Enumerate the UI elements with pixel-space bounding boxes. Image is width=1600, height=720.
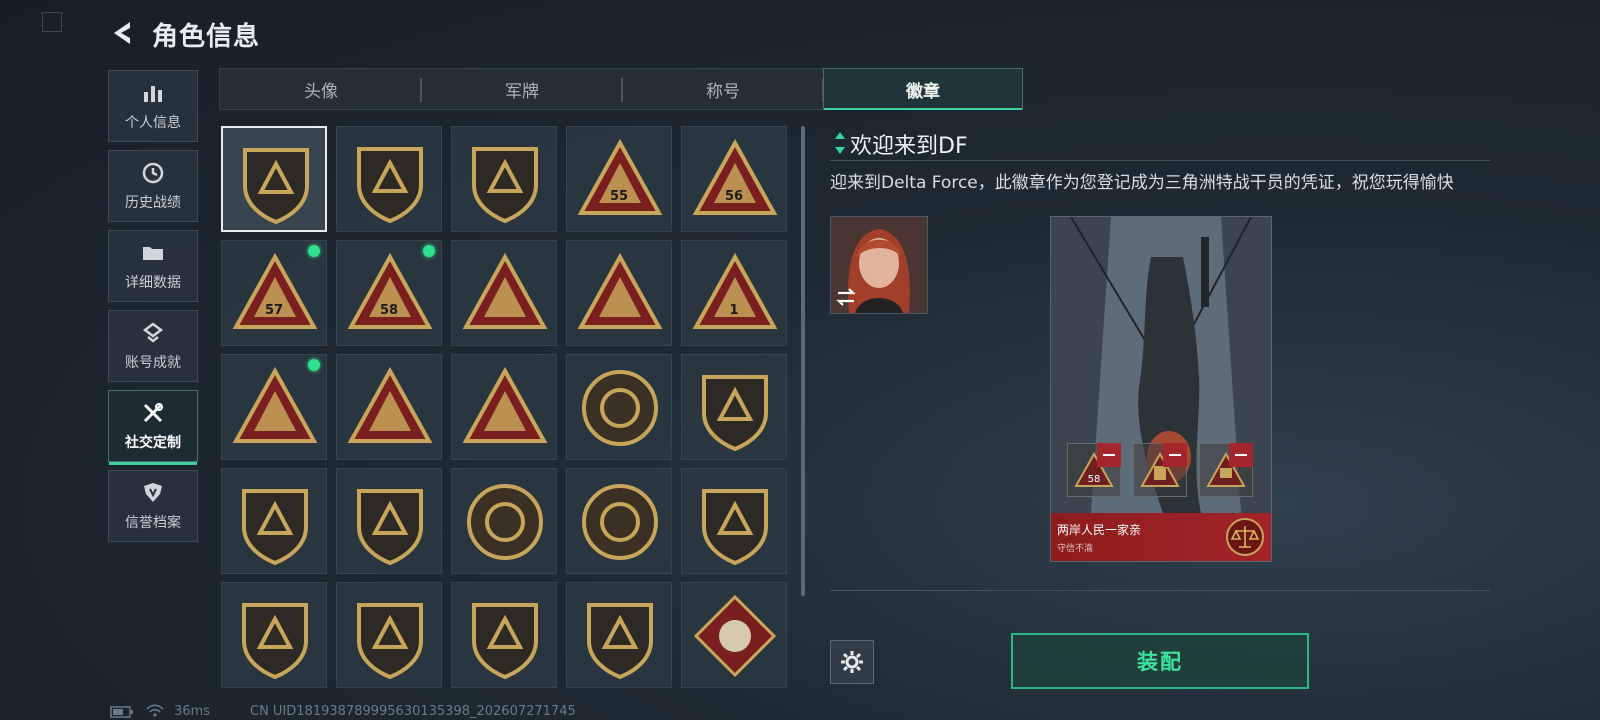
- bar-chart-icon: [144, 86, 162, 102]
- shield-icon: [144, 483, 162, 502]
- tab-military-tag[interactable]: 军牌: [422, 68, 622, 110]
- badge-df-welcome[interactable]: [221, 126, 327, 232]
- badge-number-label: 56: [724, 189, 744, 204]
- badge-rifle-shield[interactable]: [336, 582, 442, 688]
- new-indicator-dot: [423, 245, 435, 257]
- badge-detail-title: 欢迎来到DF: [850, 134, 968, 159]
- swap-icon[interactable]: [835, 287, 857, 307]
- folder-icon: [143, 247, 163, 260]
- sidebar-item-social-custom[interactable]: 社交定制: [108, 390, 198, 465]
- badge-emblem-dark[interactable]: [451, 126, 557, 232]
- settings-button[interactable]: [830, 640, 874, 684]
- badge-grid: 55 56 57 58 1: [221, 126, 791, 691]
- badge-season-57[interactable]: 57: [221, 240, 327, 346]
- sidebar-item-label: 详细数据: [125, 275, 181, 291]
- clock-icon: [142, 162, 164, 184]
- sidebar-item-label: 历史战绩: [125, 195, 181, 211]
- scales-icon: [1226, 518, 1264, 556]
- badge-star-skull[interactable]: [566, 354, 672, 460]
- wifi-icon: [146, 704, 164, 717]
- avatar[interactable]: [830, 216, 928, 314]
- sidebar-item-label: 信誉档案: [125, 515, 181, 531]
- remove-button[interactable]: [1163, 443, 1187, 467]
- tab-title[interactable]: 称号: [623, 68, 823, 110]
- page-title: 角色信息: [152, 22, 261, 52]
- badge-season-56[interactable]: 56: [681, 126, 787, 232]
- divider: [830, 160, 1490, 161]
- svg-text:58: 58: [1088, 474, 1101, 485]
- divider: [830, 590, 1490, 591]
- badge-round-bronze-2[interactable]: [566, 468, 672, 574]
- remove-button[interactable]: [1097, 443, 1121, 467]
- new-indicator-dot: [308, 359, 320, 371]
- sidebar-item-credit[interactable]: 信誉档案: [108, 470, 198, 542]
- card-badge-slot[interactable]: [1133, 443, 1187, 497]
- sidebar-item-history[interactable]: 历史战绩: [108, 150, 198, 222]
- badge-rocket[interactable]: [451, 354, 557, 460]
- badge-shield-spade[interactable]: [681, 354, 787, 460]
- sidebar-item-details[interactable]: 详细数据: [108, 230, 198, 302]
- badge-blue-rifle[interactable]: [221, 582, 327, 688]
- badge-hooded-figure[interactable]: [451, 240, 557, 346]
- tab-avatar[interactable]: 头像: [221, 68, 421, 110]
- equip-button[interactable]: 装配: [1011, 633, 1309, 689]
- badge-number-label: 58: [379, 303, 399, 318]
- tab-badge[interactable]: 徽章: [823, 68, 1023, 110]
- corner-frame: [42, 12, 62, 32]
- badge-number-1[interactable]: 1: [681, 240, 787, 346]
- gear-icon: [841, 651, 863, 673]
- sidebar-item-personal-info[interactable]: 个人信息: [108, 70, 198, 142]
- badge-round-bronze-1[interactable]: [451, 468, 557, 574]
- new-indicator-dot: [308, 245, 320, 257]
- badge-detail-description: 迎来到Delta Force，此徽章作为您登记成为三角洲特战干员的凭证，祝您玩得…: [830, 173, 1454, 193]
- badge-wolf[interactable]: [681, 582, 787, 688]
- badge-usb-drive[interactable]: [221, 354, 327, 460]
- badge-red-shield-stars[interactable]: [221, 468, 327, 574]
- badge-soldiers[interactable]: [336, 354, 442, 460]
- card-banner: 两岸人民一家亲 守信不渝: [1051, 513, 1271, 561]
- badge-season-58[interactable]: 58: [336, 240, 442, 346]
- badge-boat[interactable]: [566, 240, 672, 346]
- sidebar-item-label: 社交定制: [125, 435, 181, 451]
- battery-icon: [110, 706, 133, 718]
- achievement-icon: [142, 322, 164, 343]
- uid-label: CN UID181938789995630135398_202607271745: [250, 704, 576, 719]
- character-portrait-card: 58 两岸人民一家亲 守信不渝: [1050, 216, 1272, 562]
- sidebar-item-label: 账号成就: [125, 355, 181, 371]
- tools-icon: [143, 403, 163, 423]
- badge-number-label: 1: [729, 303, 739, 318]
- sidebar-item-label: 个人信息: [125, 115, 181, 131]
- remove-button[interactable]: [1229, 443, 1253, 467]
- badge-number-label: 57: [264, 303, 284, 318]
- card-subtitle: 守信不渝: [1057, 544, 1094, 554]
- badge-season-55[interactable]: 55: [566, 126, 672, 232]
- badge-helicopter[interactable]: [336, 126, 442, 232]
- sidebar-item-achievements[interactable]: 账号成就: [108, 310, 198, 382]
- card-badge-slot[interactable]: 58: [1067, 443, 1121, 497]
- badge-grid-scrollbar[interactable]: [801, 126, 805, 596]
- back-arrow-icon[interactable]: [108, 18, 138, 48]
- badge-blue-gem-shield[interactable]: [336, 468, 442, 574]
- diamond-marker-icon: [835, 132, 845, 154]
- badge-blue-knife[interactable]: [566, 582, 672, 688]
- card-title: 两岸人民一家亲: [1057, 523, 1142, 537]
- badge-pistol-shield[interactable]: [451, 582, 557, 688]
- badge-number-label: 55: [609, 189, 629, 204]
- card-badge-slot[interactable]: [1199, 443, 1253, 497]
- ping-label: 36ms: [174, 704, 210, 719]
- badge-green-rifle[interactable]: [681, 468, 787, 574]
